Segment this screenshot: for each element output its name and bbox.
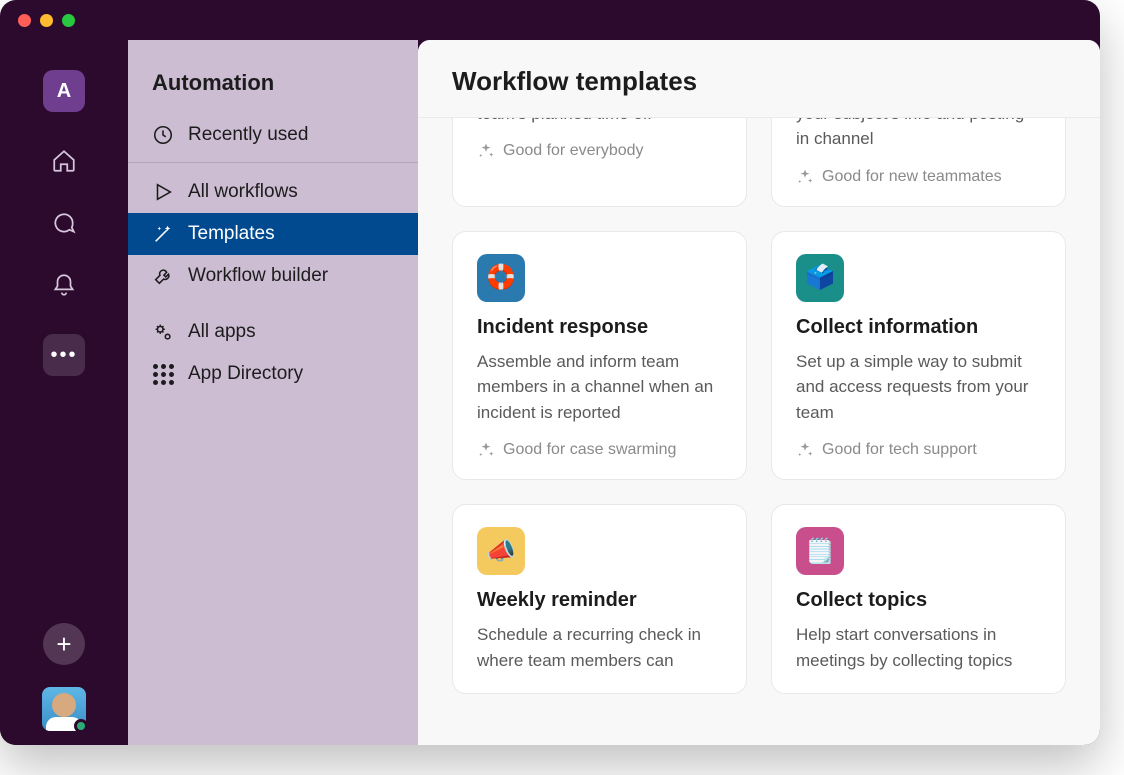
page-title: Workflow templates (418, 40, 1100, 118)
sidebar-item-recently-used[interactable]: Recently used (128, 114, 418, 163)
template-icon: 🛟 (477, 254, 525, 302)
sidebar-item-label: All workflows (188, 181, 298, 203)
template-icon: 🗳️ (796, 254, 844, 302)
template-tag: Good for tech support (796, 441, 1041, 459)
sidebar-item-label: Templates (188, 223, 275, 245)
user-avatar[interactable] (42, 687, 86, 731)
sidebar: Automation Recently used All workflows T… (128, 40, 418, 745)
template-tag: Good for new teammates (796, 168, 1041, 186)
sidebar-item-all-workflows[interactable]: All workflows (128, 171, 418, 213)
workspace-switcher[interactable]: A (43, 70, 85, 112)
presence-indicator (74, 719, 88, 733)
titlebar (0, 0, 1100, 40)
template-desc: Schedule a recurring check in where team… (477, 622, 722, 673)
activity-icon[interactable] (51, 272, 77, 298)
sidebar-item-all-apps[interactable]: All apps (128, 311, 418, 353)
sidebar-item-app-directory[interactable]: App Directory (128, 353, 418, 395)
dms-icon[interactable] (51, 210, 77, 236)
template-card[interactable]: Request and manage your team's planned t… (452, 118, 747, 207)
template-desc: Kick off an AMA by collecting your subje… (796, 118, 1041, 152)
sparkle-icon (477, 142, 495, 160)
sparkle-icon (796, 168, 814, 186)
home-icon[interactable] (51, 148, 77, 174)
template-title: Collect information (796, 316, 1041, 339)
plus-icon: + (56, 629, 71, 660)
window-zoom-button[interactable] (62, 14, 75, 27)
grid-icon (152, 363, 174, 385)
sidebar-item-label: App Directory (188, 363, 303, 385)
template-icon: 🗒️ (796, 527, 844, 575)
left-rail: A ••• + (0, 40, 128, 745)
sidebar-item-label: All apps (188, 321, 256, 343)
template-tag: Good for everybody (477, 142, 722, 160)
sparkle-icon (477, 441, 495, 459)
template-icon: 📣 (477, 527, 525, 575)
template-desc: Request and manage your team's planned t… (477, 118, 722, 126)
template-title: Collect topics (796, 589, 1041, 612)
template-card-incident-response[interactable]: 🛟 Incident response Assemble and inform … (452, 231, 747, 481)
wrench-icon (152, 265, 174, 287)
sidebar-item-label: Recently used (188, 124, 308, 146)
ellipsis-icon: ••• (50, 344, 77, 367)
sidebar-title: Automation (128, 70, 418, 114)
template-card[interactable]: Kick off an AMA by collecting your subje… (771, 118, 1066, 207)
sidebar-item-templates[interactable]: Templates (128, 213, 418, 255)
window-minimize-button[interactable] (40, 14, 53, 27)
template-title: Weekly reminder (477, 589, 722, 612)
template-tag: Good for case swarming (477, 441, 722, 459)
template-card-collect-topics[interactable]: 🗒️ Collect topics Help start conversatio… (771, 504, 1066, 694)
sidebar-item-label: Workflow builder (188, 265, 328, 287)
template-title: Incident response (477, 316, 722, 339)
template-card-collect-information[interactable]: 🗳️ Collect information Set up a simple w… (771, 231, 1066, 481)
play-icon (152, 181, 174, 203)
template-desc: Set up a simple way to submit and access… (796, 349, 1041, 426)
template-desc: Help start conversations in meetings by … (796, 622, 1041, 673)
more-button[interactable]: ••• (43, 334, 85, 376)
app-window: A ••• + (0, 0, 1100, 745)
sparkle-icon (796, 441, 814, 459)
create-new-button[interactable]: + (43, 623, 85, 665)
main-content: Workflow templates Request and manage yo… (418, 40, 1100, 745)
sidebar-item-workflow-builder[interactable]: Workflow builder (128, 255, 418, 297)
window-close-button[interactable] (18, 14, 31, 27)
wand-icon (152, 223, 174, 245)
template-card-weekly-reminder[interactable]: 📣 Weekly reminder Schedule a recurring c… (452, 504, 747, 694)
gears-icon (152, 321, 174, 343)
template-cards-area[interactable]: Request and manage your team's planned t… (418, 118, 1100, 745)
clock-icon (152, 124, 174, 146)
template-desc: Assemble and inform team members in a ch… (477, 349, 722, 426)
